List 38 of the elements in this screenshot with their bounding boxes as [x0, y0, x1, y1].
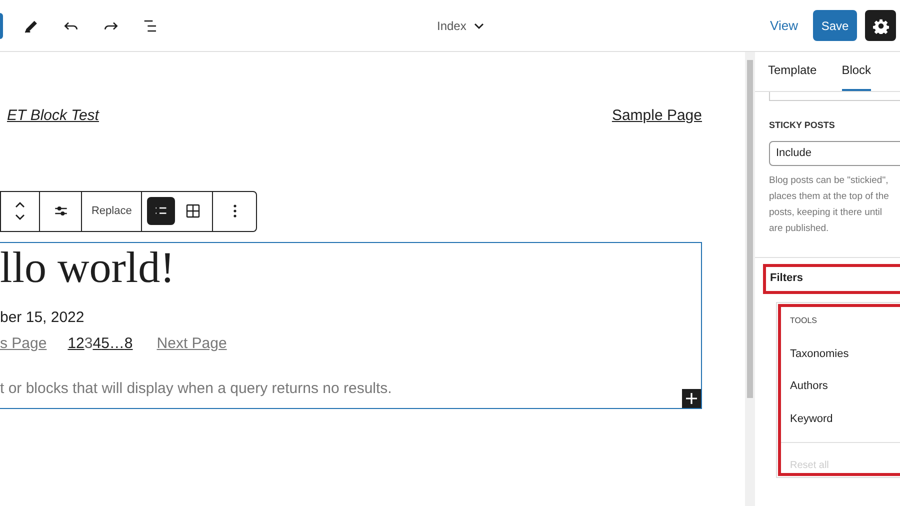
settings-button[interactable]: [865, 10, 896, 41]
chevron-up-down-icon: [14, 200, 26, 222]
next-page-link[interactable]: Next Page: [156, 333, 227, 356]
chevron-down-icon: [474, 20, 484, 30]
add-block-button[interactable]: [682, 388, 701, 408]
tools-menu-item[interactable]: Taxonomies: [790, 346, 900, 362]
template-title-dropdown[interactable]: Index: [437, 16, 484, 34]
tools-menu-item[interactable]: Authors: [790, 378, 900, 394]
page-number-link[interactable]: 4: [92, 333, 102, 356]
page-number-link[interactable]: …: [109, 333, 124, 356]
page-number-link[interactable]: 3: [84, 333, 93, 356]
site-title-link[interactable]: ET Block Test: [7, 105, 99, 128]
save-button[interactable]: Save: [813, 10, 857, 41]
page-number-link[interactable]: 2: [76, 333, 84, 356]
post-title: llo world!: [0, 242, 175, 292]
page-number-link[interactable]: 5: [101, 333, 110, 356]
sidebar-tab[interactable]: Block: [842, 61, 872, 91]
previous-page-link[interactable]: s Page: [0, 333, 47, 356]
settings-icon: [872, 18, 888, 34]
list-layout-button[interactable]: [147, 197, 176, 225]
sticky-posts-select[interactable]: Include: [769, 140, 900, 166]
post-date: ber 15, 2022: [0, 308, 84, 328]
site-logo[interactable]: [0, 12, 3, 38]
no-results-text: t or blocks that will display when a query returns no results.: [0, 378, 392, 398]
sticky-posts-help-text: Blog posts can be "stickied", places them at the top of the posts, keeping it there until are published.: [769, 174, 890, 236]
sample-page-link[interactable]: Sample Page: [612, 105, 702, 128]
tools-menu-item[interactable]: Keyword: [790, 410, 900, 427]
page-number-link[interactable]: 1: [68, 333, 76, 356]
filters-header[interactable]: Filters: [763, 264, 900, 294]
sticky-posts-label: STICKY POSTS: [769, 119, 836, 132]
scrollbar[interactable]: [745, 52, 755, 506]
tools-heading: TOOLS: [790, 314, 818, 326]
more-vertical-icon: [232, 204, 237, 218]
sidebar-tab[interactable]: Template: [768, 61, 817, 91]
grid-icon: [184, 202, 202, 220]
plus-icon: [686, 392, 697, 404]
view-link[interactable]: View: [770, 16, 798, 36]
page-number-link[interactable]: 8: [124, 333, 133, 356]
